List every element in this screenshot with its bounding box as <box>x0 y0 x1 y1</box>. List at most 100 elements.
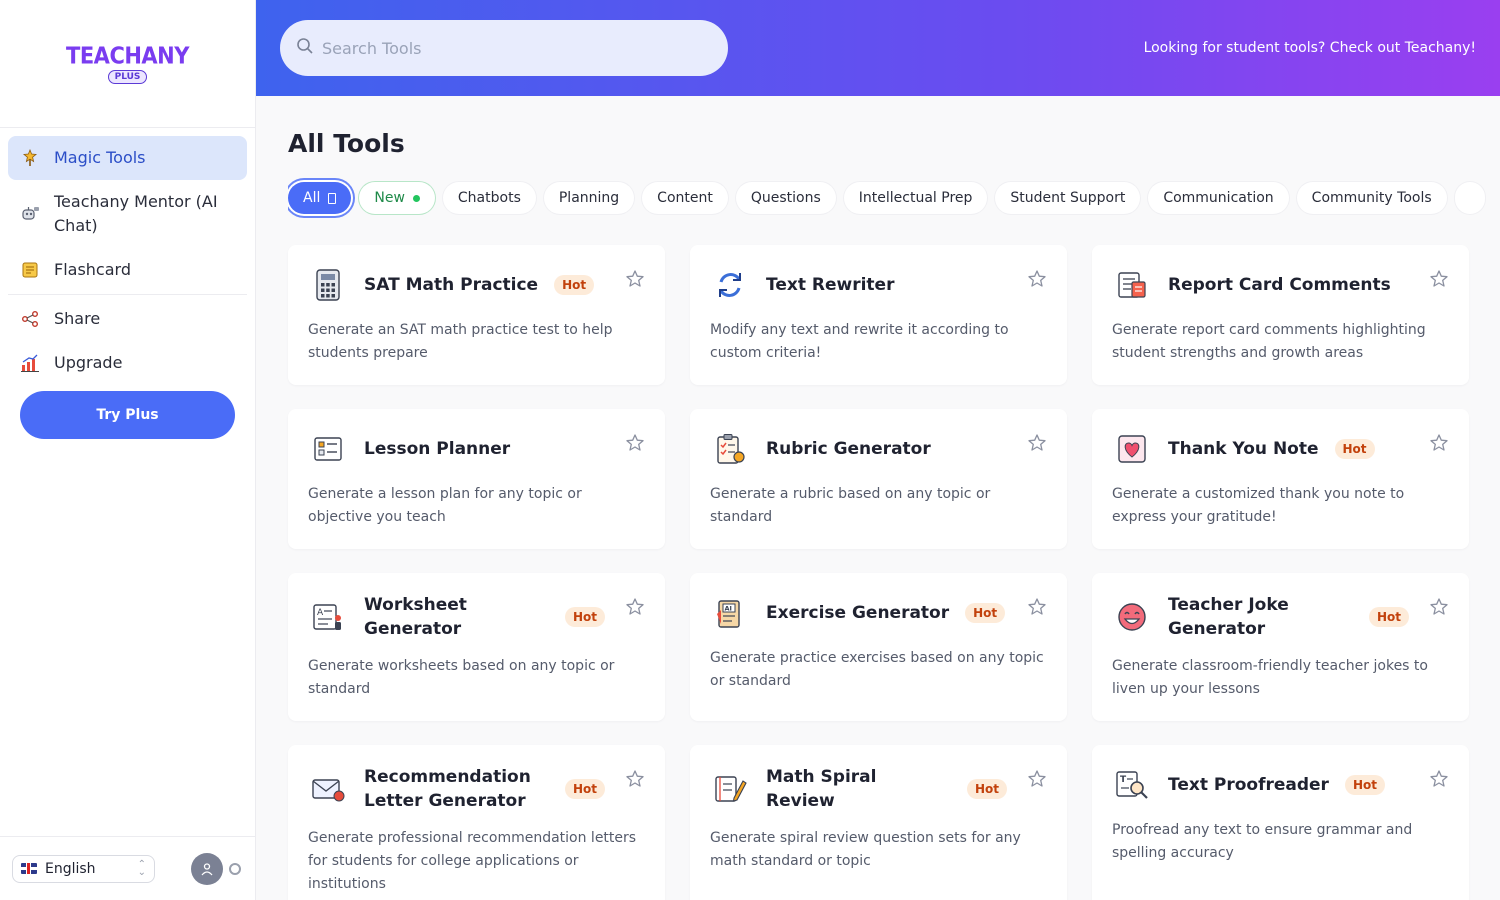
sidebar-item-teachany-mentor[interactable]: Teachany Mentor (AI Chat) <box>8 180 247 248</box>
flashcard-icon <box>20 260 40 280</box>
tool-description: Generate a rubric based on any topic or … <box>710 486 991 525</box>
letter-icon <box>308 769 348 809</box>
chip-label: Communication <box>1163 190 1274 206</box>
chip-label: Student Support <box>1010 190 1126 206</box>
favorite-star-icon[interactable] <box>1027 769 1047 789</box>
bar-chart-up-icon <box>20 353 40 373</box>
hot-badge: Hot <box>564 779 605 799</box>
search-icon <box>296 37 314 59</box>
tool-description: Generate an SAT math practice test to he… <box>308 322 613 361</box>
chip-chatbots[interactable]: Chatbots <box>442 182 536 214</box>
lesson-plan-icon <box>308 429 348 469</box>
try-plus-button[interactable]: Try Plus <box>20 391 235 439</box>
sidebar: TEACHANY PLUS Magic Tools Teachany Mento… <box>0 0 256 900</box>
chip-label: Planning <box>558 190 620 206</box>
chip-planning[interactable]: Planning <box>543 182 635 214</box>
sidebar-item-label: Flashcard <box>54 260 131 279</box>
calculator-icon <box>308 265 348 305</box>
search-input[interactable] <box>322 38 702 58</box>
chip-content[interactable]: Content <box>642 182 728 214</box>
sidebar-item-label: Magic Tools <box>54 148 146 167</box>
favorite-star-icon[interactable] <box>625 433 645 453</box>
tool-title: Exercise Generator <box>766 603 950 623</box>
search-bar[interactable] <box>280 20 728 76</box>
gear-icon[interactable] <box>229 862 241 875</box>
refresh-icon <box>710 265 750 305</box>
svg-text:A: A <box>317 608 324 618</box>
student-tools-promo-link[interactable]: Looking for student tools? Check out Tea… <box>1144 40 1476 56</box>
tool-card-text-rewriter[interactable]: Text Rewriter Modify any text and rewrite… <box>690 245 1067 385</box>
chip-questions[interactable]: Questions <box>735 182 836 214</box>
tool-card-exercise-generator[interactable]: AI Exercise Generator Hot Generate practice… <box>690 573 1067 721</box>
tool-title: Report Card Comments <box>1168 275 1391 295</box>
chip-all[interactable]: All <box>288 182 352 214</box>
favorite-star-icon[interactable] <box>625 769 645 789</box>
favorite-star-icon[interactable] <box>625 597 645 617</box>
uk-flag-icon <box>21 863 37 874</box>
hot-badge: Hot <box>1334 439 1375 459</box>
chip-community-tools[interactable]: Community Tools <box>1296 182 1447 214</box>
main-content: All Tools All New Chatbots Planning Cont… <box>256 96 1500 900</box>
tool-card-header: Math Spiral Review Hot <box>710 765 1047 813</box>
svg-text:T: T <box>1120 775 1127 785</box>
tool-card-sat-math-practice[interactable]: SAT Math Practice Hot Generate an SAT math… <box>288 245 665 385</box>
sidebar-item-label: Upgrade <box>54 353 123 372</box>
sidebar-item-upgrade[interactable]: Upgrade <box>8 341 247 385</box>
sidebar-item-share[interactable]: Share <box>8 297 247 341</box>
hot-badge: Hot <box>554 275 595 295</box>
tool-card-report-card-comments[interactable]: Report Card Comments Generate report card… <box>1092 245 1469 385</box>
tool-card-math-spiral-review[interactable]: Math Spiral Review Hot Generate spiral rev… <box>690 745 1067 900</box>
favorite-star-icon[interactable] <box>1027 597 1047 617</box>
hot-badge: Hot <box>965 603 1006 623</box>
heart-card-icon <box>1112 429 1152 469</box>
category-filter-bar: All New Chatbots Planning Content Questi… <box>288 178 1500 218</box>
notebook-pencil-icon <box>710 769 750 809</box>
sidebar-item-magic-tools[interactable]: Magic Tools <box>8 136 247 180</box>
favorite-star-icon[interactable] <box>625 269 645 289</box>
tool-description: Generate a lesson plan for any topic or … <box>308 486 582 525</box>
tool-description: Generate report card comments highlighti… <box>1112 322 1426 361</box>
tool-title: Thank You Note <box>1168 439 1319 459</box>
language-select[interactable]: English ⌃ ⌄ <box>12 854 155 883</box>
chip-communication[interactable]: Communication <box>1148 182 1289 214</box>
tool-description: Proofread any text to ensure grammar and… <box>1112 822 1413 861</box>
sidebar-item-label: Teachany Mentor (AI Chat) <box>54 192 218 235</box>
chip-student-support[interactable]: Student Support <box>995 182 1141 214</box>
favorite-star-icon[interactable] <box>1429 269 1449 289</box>
sidebar-item-flashcard[interactable]: Flashcard <box>8 248 247 292</box>
favorite-star-icon[interactable] <box>1429 433 1449 453</box>
favorite-star-icon[interactable] <box>1027 433 1047 453</box>
favorite-star-icon[interactable] <box>1429 597 1449 617</box>
avatar[interactable] <box>191 852 223 885</box>
tool-description: Generate spiral review question sets for… <box>710 830 1021 869</box>
hot-badge: Hot <box>1368 607 1409 627</box>
chip-label: All <box>303 190 321 206</box>
page-title: All Tools <box>288 129 405 158</box>
tool-card-rubric-generator[interactable]: Rubric Generator Generate a rubric based … <box>690 409 1067 549</box>
worksheet-icon: A <box>308 597 348 637</box>
tool-title: Recommendation Letter Generator <box>364 767 531 811</box>
tool-card-lesson-planner[interactable]: Lesson Planner Generate a lesson plan for… <box>288 409 665 549</box>
tool-card-teacher-joke-generator[interactable]: Teacher Joke Generator Hot Generate classr… <box>1092 573 1469 721</box>
tool-title: Teacher Joke Generator <box>1168 595 1289 639</box>
favorite-star-icon[interactable] <box>1429 769 1449 789</box>
chip-label: Chatbots <box>457 190 521 206</box>
tool-description: Modify any text and rewrite it according… <box>710 322 1009 361</box>
tool-card-worksheet-generator[interactable]: A Worksheet Generator Hot Generate workshee… <box>288 573 665 721</box>
tool-title: Math Spiral Review <box>766 767 877 811</box>
chip-new[interactable]: New <box>359 182 435 214</box>
chip-intellectual-prep[interactable]: Intellectual Prep <box>843 182 988 214</box>
chip-label: Community Tools <box>1311 190 1432 206</box>
favorite-star-icon[interactable] <box>1027 269 1047 289</box>
tool-card-header: Recommendation Letter Generator Hot <box>308 765 645 813</box>
share-icon <box>20 309 40 329</box>
tool-card-thank-you-note[interactable]: Thank You Note Hot Generate a customized t… <box>1092 409 1469 549</box>
user-menu[interactable] <box>191 852 241 885</box>
tool-card-text-proofreader[interactable]: T Text Proofreader Hot Proofread any text t… <box>1092 745 1469 900</box>
tool-card-recommendation-letter-generator[interactable]: Recommendation Letter Generator Hot Genera… <box>288 745 665 900</box>
logo[interactable]: TEACHANY PLUS <box>0 0 255 128</box>
hot-badge: Hot <box>564 607 605 627</box>
tool-description: Generate classroom-friendly teacher joke… <box>1112 658 1428 697</box>
chip-more[interactable] <box>1454 182 1485 214</box>
tool-description: Generate practice exercises based on any… <box>710 650 1044 689</box>
